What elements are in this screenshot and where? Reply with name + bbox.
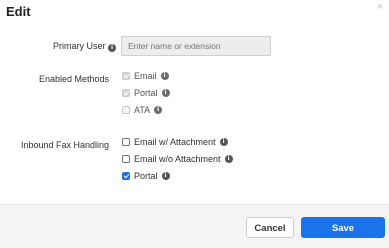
method-ata-option: ATA i bbox=[122, 105, 163, 115]
method-email-option: Email i bbox=[122, 71, 169, 81]
cancel-button[interactable]: Cancel bbox=[246, 217, 294, 238]
save-button[interactable]: Save bbox=[301, 217, 385, 238]
primary-user-label: Primary User bbox=[52, 41, 106, 51]
fax-email-attachment-option[interactable]: Email w/ Attachment i bbox=[122, 137, 228, 147]
info-icon[interactable]: i bbox=[224, 155, 233, 163]
fax-portal-label[interactable]: Portal bbox=[134, 171, 158, 181]
info-icon[interactable]: i bbox=[219, 138, 228, 146]
fax-email-no-attachment-checkbox[interactable] bbox=[122, 155, 130, 163]
primary-user-input[interactable] bbox=[121, 36, 271, 56]
info-icon[interactable]: i bbox=[160, 72, 169, 80]
fax-email-attachment-label[interactable]: Email w/ Attachment bbox=[134, 137, 216, 147]
method-ata-checkbox bbox=[122, 106, 130, 114]
inbound-fax-label: Inbound Fax Handling bbox=[20, 140, 109, 150]
info-icon[interactable]: i bbox=[161, 172, 170, 180]
fax-portal-option[interactable]: Portal i bbox=[122, 171, 170, 181]
modal-footer: Cancel Save bbox=[0, 204, 389, 248]
modal-title: Edit bbox=[6, 4, 31, 19]
fax-email-no-attachment-option[interactable]: Email w/o Attachment i bbox=[122, 154, 233, 164]
primary-user-label-row: Primary User i bbox=[53, 41, 116, 52]
info-icon[interactable]: i bbox=[154, 106, 163, 114]
fax-email-no-attachment-label[interactable]: Email w/o Attachment bbox=[134, 154, 221, 164]
fax-portal-checkbox[interactable] bbox=[122, 172, 130, 180]
method-portal-checkbox bbox=[122, 89, 130, 97]
fax-email-attachment-checkbox[interactable] bbox=[122, 138, 130, 146]
method-email-label: Email bbox=[134, 71, 157, 81]
method-portal-label: Portal bbox=[134, 88, 158, 98]
enabled-methods-label: Enabled Methods bbox=[38, 74, 109, 84]
info-icon[interactable]: i bbox=[161, 89, 170, 97]
method-ata-label: ATA bbox=[134, 105, 151, 115]
close-icon[interactable]: × bbox=[377, 2, 383, 13]
edit-modal: Edit × Primary User i Enabled Methods Em… bbox=[0, 0, 389, 248]
method-email-checkbox bbox=[122, 72, 130, 80]
method-portal-option: Portal i bbox=[122, 88, 170, 98]
info-icon[interactable]: i bbox=[108, 44, 116, 52]
